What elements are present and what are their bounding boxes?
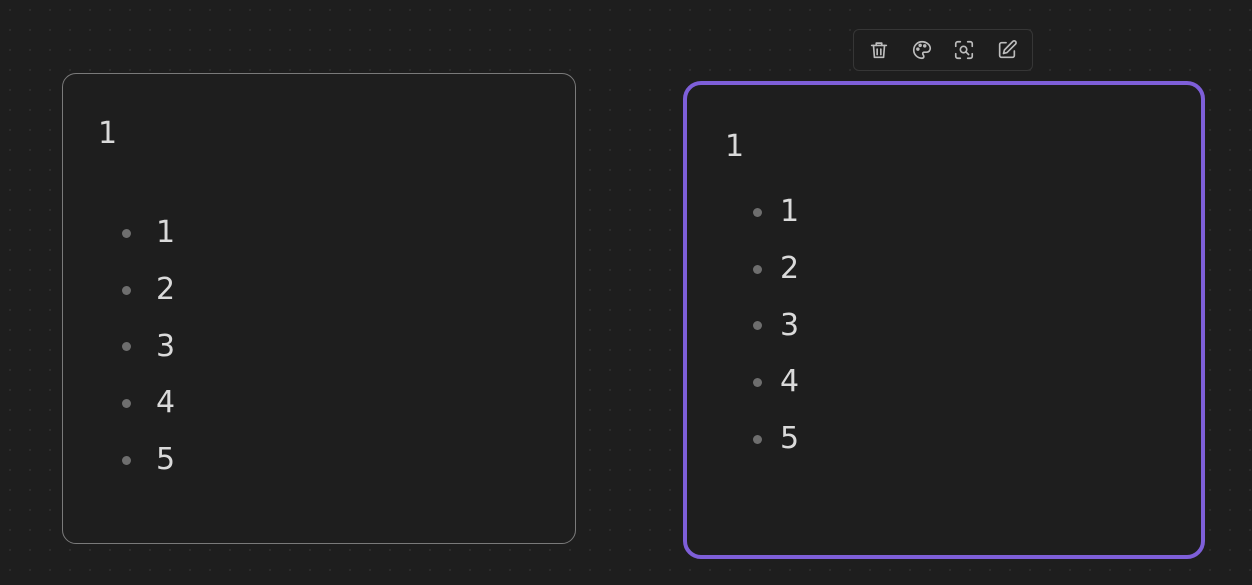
list-item: 4 [122,375,175,432]
list-item-text: 5 [156,442,176,478]
list-item: 5 [753,411,799,468]
bullet-icon [122,285,131,295]
bullet-icon [753,207,762,217]
list-item-text: 5 [780,421,800,457]
bullet-icon [753,434,762,444]
list-item-text: 1 [780,194,800,230]
list-item-text: 4 [780,364,800,400]
palette-icon [912,40,931,60]
bullet-icon [122,398,131,408]
bullet-icon [122,455,131,465]
bullet-icon [122,228,131,238]
list-item: 3 [122,318,175,375]
list-item-text: 4 [156,385,176,421]
bullet-icon [122,342,131,352]
bullet-list: 1 2 3 4 5 [753,184,799,467]
zoom-to-selection-icon [955,40,974,60]
edit-icon [998,40,1017,59]
list-item-text: 3 [780,307,800,343]
color-button[interactable] [904,34,940,66]
list-item-text: 3 [156,328,176,364]
list-item-text: 1 [156,215,176,251]
card-heading: 1 [725,129,745,164]
card-toolbar [853,29,1033,71]
canvas-card-right-selected[interactable]: 1 1 2 3 4 5 [683,81,1205,559]
list-item: 3 [753,297,799,354]
bullet-icon [753,264,762,274]
list-item: 1 [753,184,799,241]
bullet-icon [753,377,762,387]
trash-icon [871,42,888,59]
canvas-card-left[interactable]: 1 1 2 3 4 5 [62,73,576,544]
list-item: 2 [753,241,799,298]
list-item: 1 [122,205,175,262]
delete-button[interactable] [861,34,897,66]
zoom-to-selection-button[interactable] [946,34,982,66]
card-heading: 1 [98,116,118,151]
bullet-list: 1 2 3 4 5 [122,205,175,488]
edit-button[interactable] [989,34,1025,66]
bullet-icon [753,321,762,331]
list-item-text: 2 [780,251,800,287]
list-item: 4 [753,354,799,411]
list-item: 2 [122,262,175,319]
list-item-text: 2 [156,272,176,308]
list-item: 5 [122,432,175,489]
